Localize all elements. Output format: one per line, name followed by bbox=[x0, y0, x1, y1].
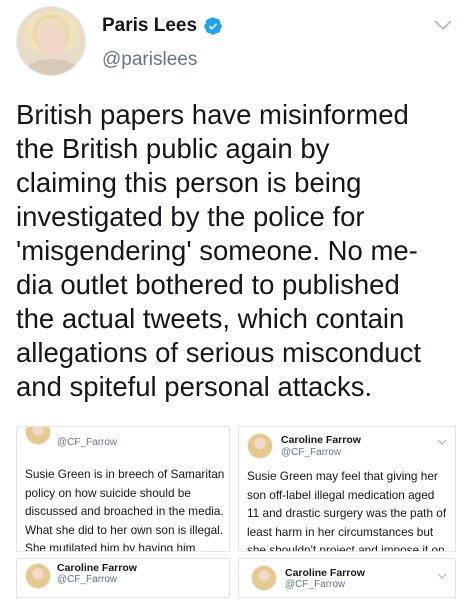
media-chevron-down-icon bbox=[437, 573, 447, 579]
media-handle: @CF_Farrow bbox=[57, 574, 118, 585]
tweet-text-line: and spiteful personal attacks. bbox=[16, 371, 373, 402]
tweet-text-line: claiming this person is being bbox=[16, 167, 362, 198]
media-grid: @CF_Farrow Susie Green is in breech of S… bbox=[16, 426, 456, 598]
author-display-name[interactable]: Paris Lees bbox=[102, 15, 197, 37]
media-text-line: she shouldn't project and impose it on bbox=[247, 543, 445, 552]
media-avatar bbox=[251, 565, 277, 591]
media-screenshot-2[interactable]: Caroline Farrow @CF_Farrow Susie Green m… bbox=[238, 426, 456, 552]
author-avatar[interactable] bbox=[16, 6, 86, 76]
tweet-text-line: investigated by the police for bbox=[16, 201, 365, 232]
media-name: Caroline Farrow bbox=[57, 562, 137, 574]
tweet-text-line: dia outlet bothered to published bbox=[16, 269, 400, 300]
media-text-line: policy on how suicide should be bbox=[25, 485, 191, 500]
media-text-line: 11 and drastic surgery was the path of bbox=[247, 506, 447, 520]
tweet: Paris Lees @parislees British papers hav… bbox=[0, 0, 465, 600]
media-avatar bbox=[25, 427, 51, 445]
media-text-line: son off-label illegal medication aged bbox=[247, 487, 435, 502]
chevron-down-icon[interactable] bbox=[433, 18, 453, 32]
media-text-line: What she did to her own son is illegal. bbox=[25, 522, 224, 537]
author-handle[interactable]: @parislees bbox=[102, 49, 197, 71]
media-name: Caroline Farrow bbox=[285, 567, 365, 579]
media-chevron-down-icon bbox=[437, 439, 447, 445]
tweet-text-line: the actual tweets, which contain bbox=[16, 303, 405, 334]
media-text: Susie Green may feel that giving her son… bbox=[247, 467, 447, 552]
media-handle: @CF_Farrow bbox=[285, 579, 346, 590]
verified-badge-icon bbox=[204, 17, 222, 35]
media-name: Caroline Farrow bbox=[281, 434, 361, 446]
avatar-face bbox=[39, 23, 65, 55]
tweet-text-line: the British public again by bbox=[16, 133, 330, 164]
tweet-text-line: allegations of serious misconduct bbox=[16, 337, 422, 368]
tweet-text-line: British papers have misinformed bbox=[16, 99, 409, 130]
tweet-text-line: 'misgendering' someone. No me- bbox=[16, 235, 418, 266]
media-text-line: She mutilated him by having him bbox=[25, 541, 196, 552]
media-screenshot-3[interactable]: Caroline Farrow @CF_Farrow bbox=[16, 558, 230, 598]
media-text-line: Susie Green is in breech of Samaritan bbox=[25, 467, 225, 481]
media-text-line: Susie Green may feel that giving her bbox=[247, 469, 438, 483]
tweet-text: British papers have misinformed the Brit… bbox=[16, 98, 456, 404]
media-avatar bbox=[247, 433, 273, 459]
avatar-shoulders bbox=[23, 59, 81, 75]
media-handle: @CF_Farrow bbox=[281, 447, 342, 458]
media-avatar bbox=[25, 563, 51, 589]
author-name-row[interactable]: Paris Lees bbox=[102, 15, 223, 37]
media-text-line: discussed and broached in the media. bbox=[25, 504, 224, 518]
media-handle: @CF_Farrow bbox=[57, 437, 118, 448]
media-text: Susie Green is in breech of Samaritan po… bbox=[25, 465, 225, 552]
media-screenshot-1[interactable]: @CF_Farrow Susie Green is in breech of S… bbox=[16, 426, 230, 552]
media-screenshot-4[interactable]: Caroline Farrow @CF_Farrow bbox=[238, 558, 456, 598]
media-text-line: least harm in her circumstances but bbox=[247, 524, 434, 539]
